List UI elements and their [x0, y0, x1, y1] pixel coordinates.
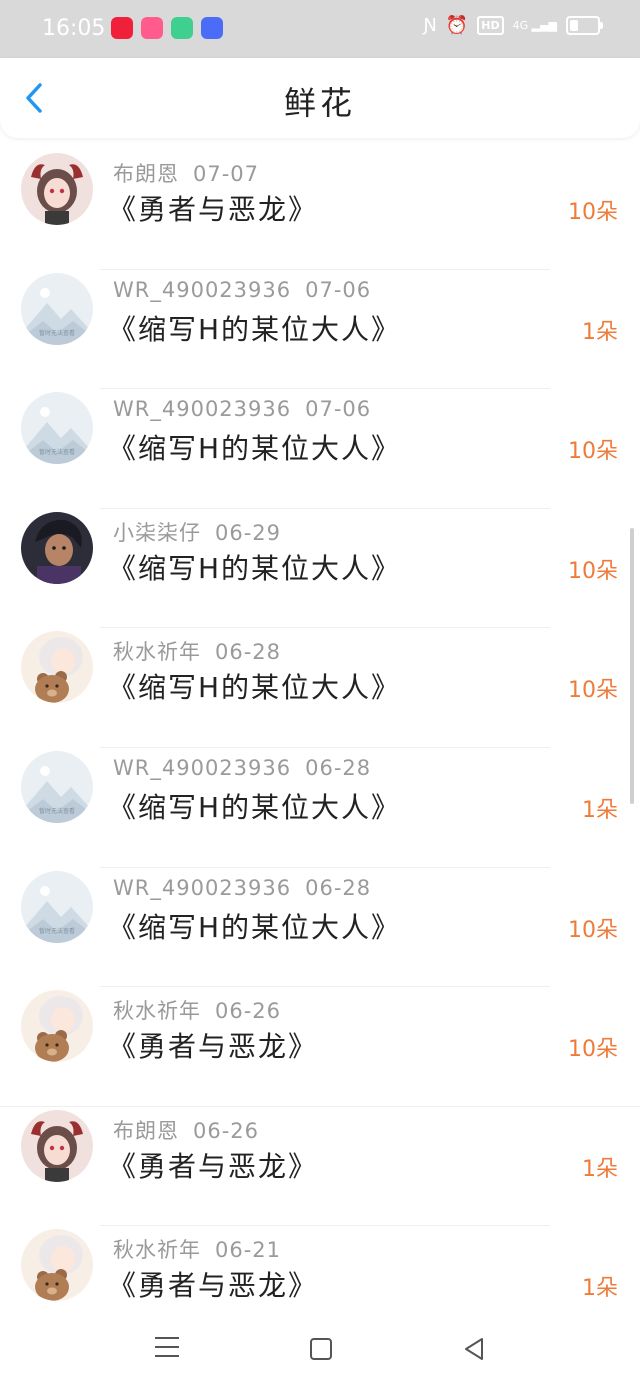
status-indicators: Ɲ ⏰ HD 4G ▂▄▆: [423, 15, 603, 36]
nfc-icon: Ɲ: [423, 15, 437, 36]
flower-count: 10朵: [568, 439, 618, 465]
item-meta: WR_490023936 06-28: [113, 876, 371, 900]
gift-date: 06-29: [215, 520, 282, 545]
user-name: 秋水祈年: [113, 1238, 201, 1263]
menu-button[interactable]: [155, 1337, 179, 1359]
gift-date: 06-21: [215, 1238, 282, 1263]
flower-count: 10朵: [568, 678, 618, 704]
book-title: 《缩写H的某位大人》: [108, 312, 402, 346]
user-name: 秋水祈年: [113, 999, 201, 1024]
gift-date: 06-28: [215, 640, 282, 665]
nav-back-button[interactable]: [462, 1336, 486, 1362]
user-name: WR_490023936: [113, 277, 292, 302]
notification-icons: [111, 17, 223, 39]
page-header: 鲜花: [0, 58, 640, 138]
status-bar: 16:05 Ɲ ⏰ HD 4G ▂▄▆: [0, 0, 640, 58]
list-item[interactable]: 布朗恩 06-26 《勇者与恶龙》 1朵: [0, 1107, 640, 1227]
avatar[interactable]: [21, 511, 93, 584]
flower-record-list: 布朗恩 07-07 《勇者与恶龙》 10朵 暂时无法查看 WR_490023936 07-0…: [0, 150, 640, 1346]
flower-count: 10朵: [568, 1037, 618, 1063]
user-name: 秋水祈年: [113, 640, 201, 665]
list-item[interactable]: 暂时无法查看 WR_490023936 07-06 《缩写H的某位大人》 1朵: [0, 270, 640, 390]
item-meta: 秋水祈年 06-26: [113, 995, 281, 1025]
kuaishou-icon: [141, 17, 163, 39]
avatar[interactable]: [21, 631, 93, 704]
item-meta: WR_490023936 07-06: [113, 397, 371, 421]
book-title: 《勇者与恶龙》: [108, 193, 319, 226]
scrollbar[interactable]: [630, 528, 634, 804]
triangle-back-icon: [465, 1338, 483, 1360]
flower-count: 1朵: [582, 1156, 618, 1182]
list-item[interactable]: 暂时无法查看 WR_490023936 06-28 《缩写H的某位大人》 10朵: [0, 868, 640, 988]
user-name: WR_490023936: [113, 755, 292, 780]
gift-date: 06-26: [193, 1118, 260, 1143]
item-meta: 秋水祈年 06-28: [113, 636, 281, 666]
gift-date: 06-28: [305, 755, 372, 780]
hd-icon: HD: [477, 16, 504, 35]
svg-text:暂时无法查看: 暂时无法查看: [39, 448, 75, 456]
list-item[interactable]: 暂时无法查看 WR_490023936 07-06 《缩写H的某位大人》 10朵: [0, 389, 640, 509]
list-item[interactable]: 暂时无法查看 WR_490023936 06-28 《缩写H的某位大人》 1朵: [0, 748, 640, 868]
book-title: 《缩写H的某位大人》: [108, 790, 402, 824]
avatar[interactable]: 暂时无法查看: [21, 750, 93, 823]
avatar[interactable]: [21, 153, 93, 225]
flower-count: 10朵: [568, 558, 618, 584]
battery-icon: [566, 16, 603, 35]
user-name: 布朗恩: [113, 1118, 179, 1143]
app-blue-icon: [201, 17, 223, 39]
user-name: WR_490023936: [113, 397, 292, 422]
item-meta: 秋水祈年 06-21: [113, 1234, 281, 1264]
book-title: 《缩写H的某位大人》: [108, 910, 402, 944]
alarm-icon: ⏰: [445, 15, 469, 36]
user-name: 布朗恩: [113, 162, 179, 186]
item-meta: 布朗恩 07-07: [113, 158, 259, 188]
gift-date: 06-28: [305, 875, 372, 900]
item-meta: 小柒柒仔 06-29: [113, 517, 281, 547]
book-title: 《勇者与恶龙》: [108, 1149, 319, 1183]
avatar[interactable]: 暂时无法查看: [21, 272, 93, 345]
book-title: 《缩写H的某位大人》: [108, 432, 402, 466]
gift-date: 07-07: [193, 162, 260, 186]
book-title: 《缩写H的某位大人》: [108, 551, 402, 585]
svg-text:暂时无法查看: 暂时无法查看: [39, 807, 75, 815]
list-item[interactable]: 秋水祈年 06-28 《缩写H的某位大人》 10朵: [0, 628, 640, 748]
flower-count: 10朵: [568, 200, 618, 225]
page-title: 鲜花: [283, 84, 356, 122]
status-time: 16:05: [42, 16, 106, 41]
gift-date: 07-06: [305, 397, 372, 422]
list-item[interactable]: 秋水祈年 06-26 《勇者与恶龙》 10朵: [0, 987, 640, 1107]
svg-text:暂时无法查看: 暂时无法查看: [39, 329, 75, 337]
avatar[interactable]: 暂时无法查看: [21, 870, 93, 943]
item-meta: WR_490023936 07-06: [113, 278, 371, 302]
avatar[interactable]: [21, 1109, 93, 1182]
user-name: 小柒柒仔: [113, 520, 201, 545]
gift-date: 06-26: [215, 999, 282, 1024]
item-meta: 布朗恩 06-26: [113, 1115, 259, 1145]
flower-count: 1朵: [582, 1276, 618, 1302]
flower-count: 1朵: [582, 797, 618, 823]
item-meta: WR_490023936 06-28: [113, 756, 371, 780]
list-item[interactable]: 小柒柒仔 06-29 《缩写H的某位大人》 10朵: [0, 509, 640, 629]
list-item[interactable]: 布朗恩 07-07 《勇者与恶龙》 10朵: [0, 150, 640, 270]
signal-icon: 4G ▂▄▆: [512, 19, 557, 32]
svg-text:暂时无法查看: 暂时无法查看: [39, 927, 75, 935]
book-title: 《缩写H的某位大人》: [108, 671, 402, 705]
flower-count: 10朵: [568, 917, 618, 943]
app-green-icon: [171, 17, 193, 39]
network-label: 4G: [512, 19, 529, 32]
system-nav-bar: [0, 1310, 640, 1387]
gift-date: 07-06: [305, 277, 372, 302]
avatar[interactable]: [21, 990, 93, 1063]
book-title: 《勇者与恶龙》: [108, 1030, 319, 1064]
xiaohongshu-icon: [111, 17, 133, 39]
home-button[interactable]: [310, 1338, 332, 1360]
avatar[interactable]: [21, 1229, 93, 1302]
avatar[interactable]: 暂时无法查看: [21, 392, 93, 465]
user-name: WR_490023936: [113, 875, 292, 900]
flower-count: 1朵: [582, 319, 618, 345]
book-title: 《勇者与恶龙》: [108, 1269, 319, 1303]
